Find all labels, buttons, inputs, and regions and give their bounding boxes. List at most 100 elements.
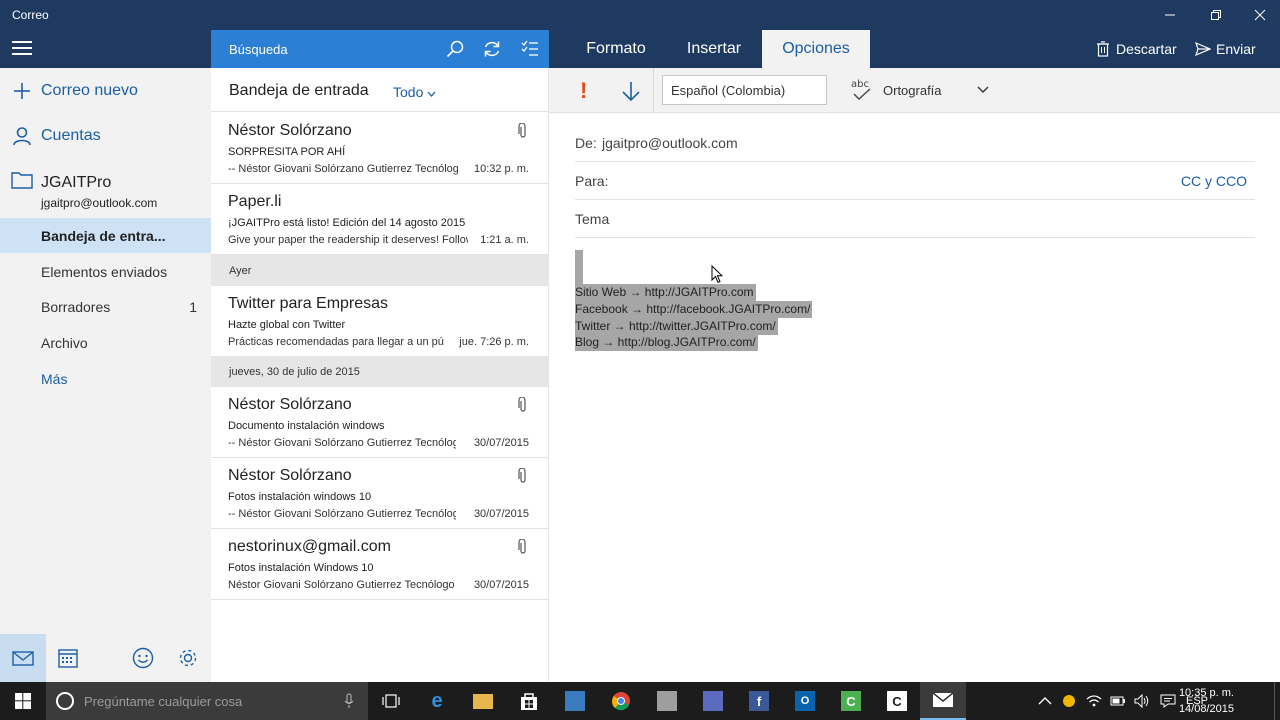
message-preview: -- Néstor Giovani Solórzano Gutierrez Te… (228, 437, 456, 449)
app-tile-icon (703, 691, 723, 711)
to-field[interactable]: Para: CC y CCO (575, 162, 1255, 200)
close-icon (1254, 9, 1266, 21)
folder-inbox[interactable]: Bandeja de entra... (0, 218, 211, 253)
taskbar-camtasia-green[interactable]: C (828, 682, 874, 720)
envelope-icon (12, 651, 34, 666)
discard-button[interactable]: Descartar (1095, 30, 1177, 68)
minimize-icon (1165, 14, 1175, 16)
mail-switch-button[interactable] (0, 634, 46, 682)
low-importance-arrow-icon[interactable] (620, 80, 642, 102)
filter-dropdown[interactable]: Todo (393, 84, 436, 100)
new-mail-button[interactable]: Correo nuevo (0, 78, 211, 104)
chevron-down-icon[interactable] (976, 83, 990, 97)
list-item[interactable]: Néstor Solórzano Documento instalación w… (211, 387, 549, 458)
folder-more[interactable]: Más (0, 361, 211, 396)
taskbar-app-grey[interactable] (644, 682, 690, 720)
chevron-up-icon[interactable] (1038, 696, 1052, 706)
folder-label: Archivo (41, 335, 88, 351)
hamburger-menu-icon[interactable] (12, 41, 32, 57)
wifi-icon[interactable] (1086, 694, 1102, 708)
taskbar-chrome[interactable] (598, 682, 644, 720)
folder-label: Borradores (41, 299, 111, 315)
envelope-icon (932, 692, 954, 707)
cortana-icon (56, 692, 74, 710)
feedback-button[interactable] (120, 634, 166, 682)
taskbar-app-monitor[interactable] (690, 682, 736, 720)
restore-icon (1211, 10, 1221, 20)
microphone-icon[interactable] (344, 693, 354, 709)
compose-tab-bar: Formato Insertar Opciones Descartar Envi… (549, 30, 1280, 68)
tab-label: Opciones (782, 40, 850, 57)
message-sender: Twitter para Empresas (228, 295, 389, 312)
proofing-language-select[interactable]: Español (Colombia) (662, 75, 827, 105)
accounts-button[interactable]: Cuentas (0, 123, 211, 149)
folder-archive[interactable]: Archivo (0, 325, 211, 360)
high-importance-icon[interactable]: ! (580, 78, 587, 104)
folder-sent[interactable]: Elementos enviados (0, 254, 211, 289)
taskbar-clock[interactable]: 10:35 p. m. 14/08/2015 (1179, 685, 1234, 717)
new-mail-label: Correo nuevo (41, 82, 138, 99)
message-time: 10:32 p. m. (473, 163, 529, 175)
settings-button[interactable] (165, 634, 211, 682)
spelling-button-label[interactable]: Ortografía (883, 83, 942, 98)
search-bar[interactable]: Búsqueda (211, 30, 549, 68)
battery-icon[interactable] (1110, 695, 1126, 707)
paperclip-icon (518, 539, 526, 554)
taskbar-store[interactable] (506, 682, 552, 720)
taskbar-file-explorer[interactable] (460, 682, 506, 720)
chrome-icon (612, 692, 630, 711)
from-field[interactable]: De: jgaitpro@outlook.com (575, 124, 1255, 162)
start-button[interactable] (0, 682, 46, 720)
account-name[interactable]: JGAITPro (41, 174, 111, 192)
message-time: jue. 7:26 p. m. (459, 336, 529, 348)
cc-bcc-link[interactable]: CC y CCO (1181, 173, 1247, 189)
taskbar-edge[interactable]: e (414, 682, 460, 720)
paperclip-icon (518, 468, 526, 483)
close-button[interactable] (1240, 0, 1280, 30)
message-time: 1:21 a. m. (480, 234, 529, 246)
tab-format[interactable]: Formato (571, 30, 661, 68)
list-item[interactable]: nestorinux@gmail.com Fotos instalación W… (211, 529, 549, 600)
from-label: De: (575, 135, 597, 151)
account-email: jgaitpro@outlook.com (41, 196, 158, 210)
volume-icon[interactable] (1134, 694, 1150, 708)
calendar-switch-button[interactable] (45, 634, 91, 682)
task-view-button[interactable] (368, 682, 414, 720)
camtasia-icon: C (841, 691, 861, 711)
taskbar-facebook[interactable]: f (736, 682, 782, 720)
restore-button[interactable] (1196, 0, 1236, 30)
from-value: jgaitpro@outlook.com (602, 135, 738, 151)
notification-icon[interactable] (1160, 694, 1176, 708)
taskbar-camtasia-white[interactable]: C (874, 682, 920, 720)
folder-drafts[interactable]: Borradores 1 (0, 289, 211, 324)
list-item[interactable]: Néstor Solórzano SORPRESITA POR AHÍ -- N… (211, 113, 549, 184)
folder-label: Bandeja de entra... (41, 228, 166, 244)
edge-icon: e (431, 689, 443, 712)
select-mode-icon[interactable] (520, 39, 540, 59)
taskbar-mail[interactable] (920, 682, 966, 720)
cortana-search-box[interactable]: Pregúntame cualquier cosa (46, 682, 368, 720)
gear-icon (179, 649, 197, 667)
chevron-down-icon (427, 91, 436, 97)
spelling-check-icon[interactable]: abc (850, 77, 874, 103)
taskbar-app-blue[interactable] (552, 682, 598, 720)
search-icon[interactable] (445, 39, 465, 59)
message-subject: ¡JGAITPro está listo! Edición del 14 ago… (228, 217, 466, 229)
show-desktop-button[interactable] (1274, 682, 1280, 720)
subject-field[interactable]: Tema (575, 200, 1255, 238)
send-icon (1195, 41, 1211, 57)
message-preview: Néstor Giovani Solórzano Gutierrez Tecnó… (228, 579, 455, 591)
tab-insert[interactable]: Insertar (671, 30, 757, 68)
list-item[interactable]: Néstor Solórzano Fotos instalación windo… (211, 458, 549, 529)
tray-app-icon[interactable] (1062, 694, 1076, 708)
tab-options[interactable]: Opciones (762, 30, 870, 68)
sync-icon[interactable] (482, 39, 502, 59)
task-view-icon (382, 694, 400, 708)
minimize-button[interactable] (1150, 0, 1190, 30)
list-item[interactable]: Paper.li ¡JGAITPro está listo! Edición d… (211, 184, 549, 255)
send-button[interactable]: Enviar (1195, 30, 1256, 68)
plus-icon (11, 80, 33, 102)
list-item[interactable]: Twitter para Empresas Hazte global con T… (211, 286, 549, 357)
taskbar-outlook[interactable]: O (782, 682, 828, 720)
group-label: jueves, 30 de julio de 2015 (229, 366, 360, 378)
